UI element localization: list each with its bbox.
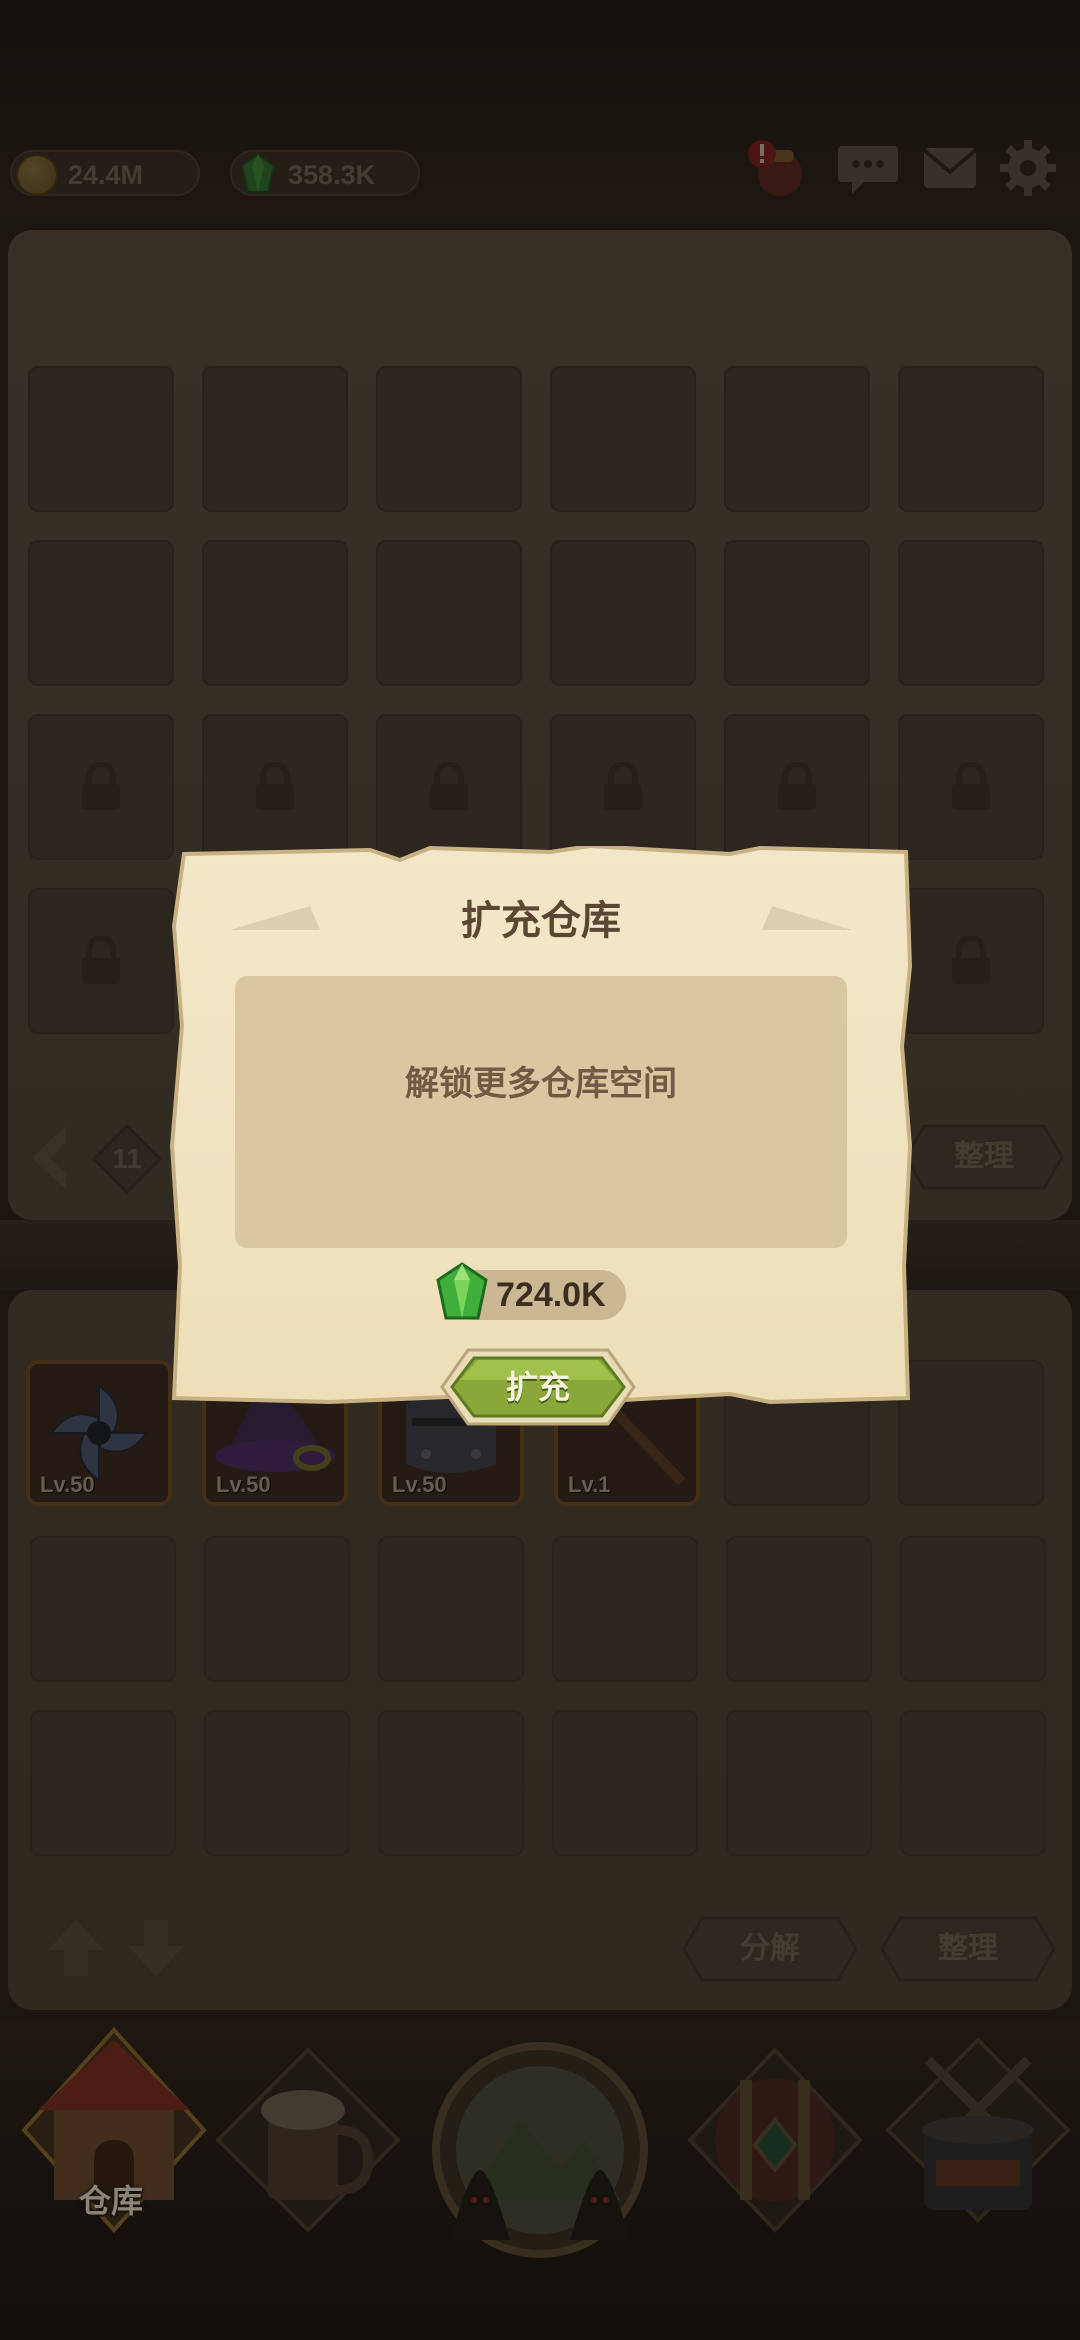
expand-button[interactable]: 扩充 [438, 1346, 638, 1428]
dialog-description: 解锁更多仓库空间 [405, 1064, 677, 1104]
cost-amount: 724.0K [496, 1276, 606, 1314]
expand-warehouse-dialog: 扩充仓库 解锁更多仓库空间 724.0K 扩充 [170, 846, 912, 1426]
dialog-title: 扩充仓库 [461, 898, 621, 944]
expand-button-label: 扩充 [505, 1368, 570, 1406]
cost-display: 724.0K [436, 1262, 626, 1320]
gem-icon [436, 1262, 488, 1320]
dialog-description-box: 解锁更多仓库空间 [235, 976, 847, 1248]
